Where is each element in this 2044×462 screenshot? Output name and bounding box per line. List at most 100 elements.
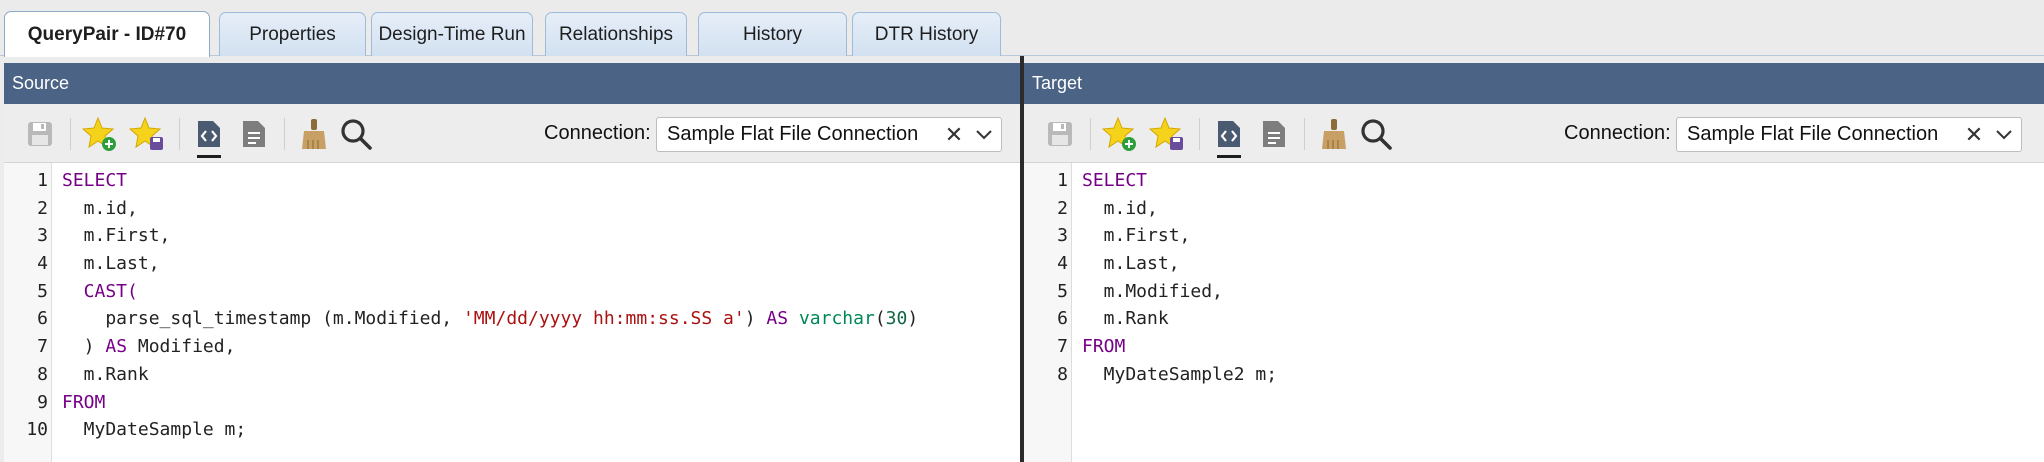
code-line: 2 m.id, bbox=[4, 195, 1020, 223]
code-text: SELECT bbox=[1082, 167, 1147, 195]
code-text: m.Last, bbox=[62, 250, 160, 278]
document-icon[interactable] bbox=[236, 116, 272, 152]
code-token: m.First, bbox=[1082, 225, 1191, 247]
code-line: 1 SELECT bbox=[1024, 167, 2044, 195]
tab-properties[interactable]: Properties bbox=[219, 12, 366, 56]
tab-design-time-run[interactable]: Design-Time Run bbox=[371, 12, 533, 56]
code-line: 3 m.First, bbox=[1024, 222, 2044, 250]
code-token-typ: varchar bbox=[798, 308, 875, 330]
target-header: Target bbox=[1024, 63, 2044, 104]
target-code-editor[interactable]: 1 SELECT 2 m.id, 3 m.First, 4 m.Last, 5 m.Mod… bbox=[1024, 163, 2044, 462]
source-code-icon[interactable] bbox=[1211, 116, 1247, 158]
code-token: m.Modified, bbox=[1082, 280, 1223, 302]
source-header: Source bbox=[4, 63, 1020, 104]
code-token-num: 30 bbox=[885, 308, 908, 330]
save-favorite-icon[interactable] bbox=[129, 116, 165, 152]
chevron-down-icon[interactable] bbox=[1995, 128, 2013, 142]
target-toolbar: Connection: Sample Flat File Connection … bbox=[1024, 104, 2044, 163]
code-line: 4 m.Last, bbox=[4, 250, 1020, 278]
code-token: ( bbox=[874, 308, 886, 330]
save-icon[interactable] bbox=[22, 116, 58, 152]
clear-brush-icon[interactable] bbox=[296, 116, 332, 152]
code-token-kw: AS bbox=[766, 308, 789, 330]
code-token: m.Rank bbox=[62, 363, 149, 385]
source-code-editor[interactable]: 1 SELECT 2 m.id, 3 m.First, 4 m.Last, 5 CAST(… bbox=[4, 163, 1020, 462]
code-line: 7 ) AS Modified, bbox=[4, 333, 1020, 361]
code-token: parse_sql_timestamp (m.Modified, bbox=[62, 308, 463, 330]
target-title: Target bbox=[1032, 73, 1083, 93]
save-icon[interactable] bbox=[1042, 116, 1078, 152]
code-token-kw: FROM bbox=[1082, 336, 1126, 358]
tab-label: History bbox=[742, 23, 803, 45]
source-code-icon[interactable] bbox=[191, 116, 227, 158]
tab-label: QueryPair - ID#70 bbox=[27, 23, 187, 45]
code-line: 6 parse_sql_timestamp (m.Modified, 'MM/d… bbox=[4, 305, 1020, 333]
clear-brush-icon[interactable] bbox=[1316, 116, 1352, 152]
tab-label: DTR History bbox=[874, 23, 979, 45]
tab-label: Properties bbox=[249, 23, 336, 45]
close-icon[interactable]: ✕ bbox=[1963, 122, 1985, 148]
tab-label: Design-Time Run bbox=[378, 23, 526, 45]
line-number: 8 bbox=[1057, 363, 1068, 385]
close-icon[interactable]: ✕ bbox=[943, 122, 965, 148]
line-number: 7 bbox=[1057, 336, 1068, 358]
code-text: m.First, bbox=[62, 222, 171, 250]
code-line: 8 m.Rank bbox=[4, 361, 1020, 389]
line-number: 4 bbox=[1057, 253, 1068, 275]
code-text: m.Rank bbox=[1082, 305, 1169, 333]
code-token: m.id, bbox=[1082, 197, 1158, 219]
chevron-down-icon[interactable] bbox=[975, 128, 993, 142]
add-favorite-icon[interactable] bbox=[1102, 116, 1138, 152]
tab-dtr-history[interactable]: DTR History bbox=[852, 12, 1001, 56]
code-line: 3 m.First, bbox=[4, 222, 1020, 250]
line-number: 6 bbox=[1057, 308, 1068, 330]
connection-select[interactable]: Sample Flat File Connection ✕ bbox=[1676, 117, 2022, 152]
source-title: Source bbox=[12, 73, 70, 93]
code-token: ) bbox=[907, 308, 919, 330]
add-favorite-icon[interactable] bbox=[82, 116, 118, 152]
code-text: CAST( bbox=[62, 278, 138, 306]
search-icon[interactable] bbox=[1358, 116, 1394, 152]
code-text: m.Last, bbox=[1082, 250, 1180, 278]
toolbar-separator bbox=[284, 118, 285, 150]
target-code-lines: 1 SELECT 2 m.id, 3 m.First, 4 m.Last, 5 m.Mod… bbox=[1024, 167, 2044, 389]
code-text: m.Rank bbox=[62, 361, 149, 389]
line-number: 7 bbox=[37, 336, 48, 358]
line-number: 8 bbox=[37, 363, 48, 385]
line-number: 3 bbox=[1057, 225, 1068, 247]
code-token: m.Rank bbox=[1082, 308, 1169, 330]
code-line: 2 m.id, bbox=[1024, 195, 2044, 223]
toolbar-separator bbox=[1199, 118, 1200, 150]
save-favorite-icon[interactable] bbox=[1149, 116, 1185, 152]
code-text: MyDateSample2 m; bbox=[1082, 361, 1277, 389]
tab-history[interactable]: History bbox=[698, 12, 847, 56]
line-number: 5 bbox=[1057, 280, 1068, 302]
code-text: ) AS Modified, bbox=[62, 333, 236, 361]
code-token: m.id, bbox=[62, 197, 138, 219]
code-token-kw: CAST( bbox=[62, 280, 138, 302]
code-token: m.Last, bbox=[62, 253, 160, 275]
toolbar-separator bbox=[1304, 118, 1305, 150]
code-text: FROM bbox=[62, 389, 105, 417]
code-text: MyDateSample m; bbox=[62, 416, 247, 444]
document-icon[interactable] bbox=[1256, 116, 1292, 152]
line-number: 10 bbox=[26, 419, 48, 441]
code-token: Modified, bbox=[127, 336, 236, 358]
connection-select[interactable]: Sample Flat File Connection ✕ bbox=[656, 117, 1002, 152]
toolbar-separator bbox=[179, 118, 180, 150]
code-text: m.First, bbox=[1082, 222, 1191, 250]
tab-querypair[interactable]: QueryPair - ID#70 bbox=[4, 11, 210, 57]
source-toolbar: Connection: Sample Flat File Connection … bbox=[4, 104, 1020, 163]
connection-value: Sample Flat File Connection bbox=[1687, 123, 1939, 145]
code-line: 8 MyDateSample2 m; bbox=[1024, 361, 2044, 389]
code-line: 6 m.Rank bbox=[1024, 305, 2044, 333]
code-line: 4 m.Last, bbox=[1024, 250, 2044, 278]
code-token-kw: SELECT bbox=[62, 170, 128, 191]
code-text: m.id, bbox=[1082, 195, 1158, 223]
search-icon[interactable] bbox=[338, 116, 374, 152]
code-token-str: 'MM/dd/yyyy hh:mm:ss.SS a' bbox=[462, 308, 745, 330]
line-number: 3 bbox=[37, 225, 48, 247]
connection-label: Connection: bbox=[1564, 122, 1671, 144]
code-token: m.Last, bbox=[1082, 253, 1180, 275]
tab-relationships[interactable]: Relationships bbox=[545, 12, 687, 56]
